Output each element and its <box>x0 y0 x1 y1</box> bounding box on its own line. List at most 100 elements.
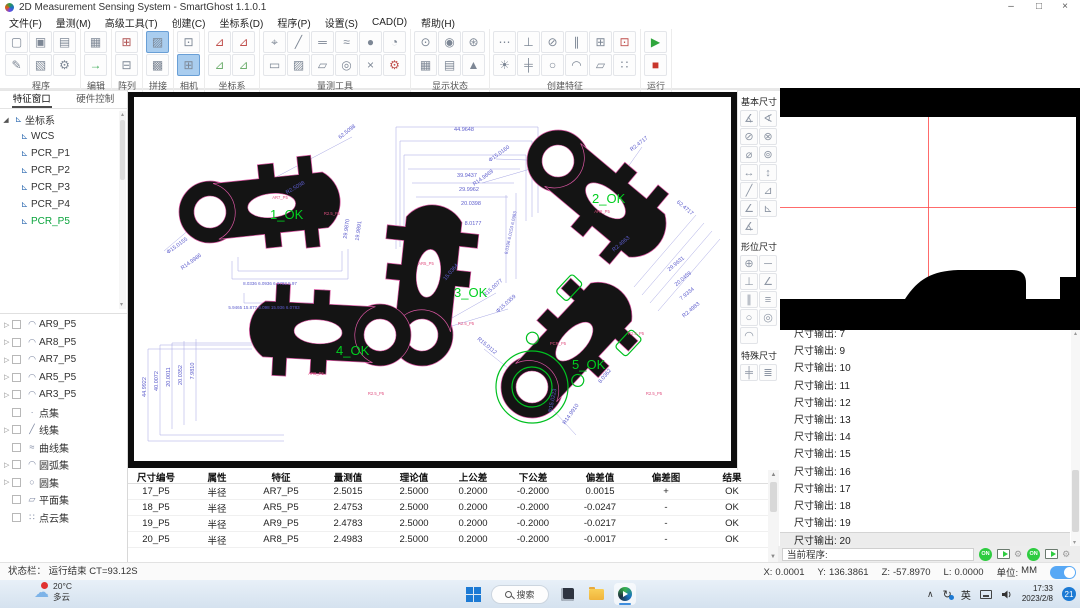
width-dim-button[interactable]: ╪ <box>740 364 758 381</box>
start-button[interactable] <box>462 583 484 605</box>
array-cancel-button[interactable]: ⊟ <box>115 54 138 76</box>
menu-item-3[interactable]: 创建(C) <box>165 15 213 30</box>
dim-list-scrollbar[interactable]: ▴▾ <box>1071 330 1080 546</box>
show-report-button[interactable]: ▤ <box>438 54 461 76</box>
feature-checkbox[interactable] <box>12 495 21 504</box>
tree-scrollbar[interactable]: ▴▾ <box>119 111 126 309</box>
table-row[interactable]: 20_P5半径AR8_P52.49832.50000.2000-0.2000-0… <box>128 532 768 548</box>
create-roi-button[interactable]: ⊡ <box>613 31 636 53</box>
open-program-button[interactable]: ▣ <box>29 31 52 53</box>
tree-root-coordinate-system[interactable]: ◢⊾坐标系 <box>0 111 119 128</box>
smartghost-app-button[interactable] <box>614 583 636 605</box>
line-tool-button[interactable]: ╱ <box>287 31 310 53</box>
feature-item-圆弧集[interactable]: ▷◠圆弧集 <box>0 456 127 474</box>
stop-button[interactable]: ■ <box>644 54 667 76</box>
list-output-button[interactable]: ≣ <box>759 364 777 381</box>
feature-item-ar7_p5[interactable]: ▷◠AR7_P5 <box>0 351 127 369</box>
create-circle-button[interactable]: ○ <box>541 54 564 76</box>
circle-cross-button[interactable]: ⊗ <box>759 128 777 145</box>
program-on-badge[interactable]: ON <box>1027 548 1040 561</box>
tree-item-pcr_p4[interactable]: ⊾PCR_P4 <box>0 196 119 213</box>
task-view-button[interactable] <box>556 583 578 605</box>
create-distance-button[interactable]: ╪ <box>517 54 540 76</box>
menu-item-0[interactable]: 文件(F) <box>2 15 49 30</box>
create-cloud-button[interactable]: ∷ <box>613 54 636 76</box>
expand-chevron-icon[interactable]: ▷ <box>0 373 12 381</box>
menu-item-2[interactable]: 高级工具(T) <box>98 15 165 30</box>
feature-item-线集[interactable]: ▷╱线集 <box>0 421 127 439</box>
straightness-button[interactable]: ─ <box>759 255 777 272</box>
expand-chevron-icon[interactable]: ▷ <box>0 391 12 399</box>
triangle-angle-button[interactable]: ⊿ <box>759 182 777 199</box>
search-config-button[interactable]: ⚙ <box>383 54 406 76</box>
feature-item-点集[interactable]: ∙点集 <box>0 404 127 422</box>
feature-checkbox[interactable] <box>12 390 21 399</box>
speaker-icon[interactable] <box>1001 589 1013 600</box>
touch-keyboard-icon[interactable] <box>980 590 992 599</box>
dim-output-row[interactable]: 尺寸输出: 19 <box>780 515 1070 532</box>
tool-config-button[interactable]: × <box>359 54 382 76</box>
dim-output-row[interactable]: 尺寸输出: 15 <box>780 446 1070 463</box>
edit-program-button[interactable]: ✎ <box>5 54 28 76</box>
show-dim-state-3-button[interactable]: ⊛ <box>462 31 485 53</box>
taskbar-search[interactable]: 搜索 <box>491 585 549 604</box>
angle-point-a-button[interactable]: ∡ <box>740 110 758 127</box>
angle-dim-button[interactable]: ∠ <box>740 200 758 217</box>
feature-item-曲线集[interactable]: ≈曲线集 <box>0 439 127 457</box>
position-button[interactable]: ⊕ <box>740 255 758 272</box>
expand-chevron-icon[interactable]: ▷ <box>0 461 12 469</box>
expand-chevron-icon[interactable]: ▷ <box>0 321 12 329</box>
table-row[interactable]: 19_P5半径AR9_P52.47832.50000.2000-0.2000-0… <box>128 516 768 532</box>
maximize-button[interactable]: □ <box>1026 0 1052 15</box>
feature-checkbox[interactable] <box>12 478 21 487</box>
current-program-input[interactable]: 当前程序: <box>782 548 974 561</box>
vertical-distance-button[interactable]: ↕ <box>759 164 777 181</box>
feature-item-ar8_p5[interactable]: ▷◠AR8_P5 <box>0 334 127 352</box>
sync-icon[interactable]: ↻ <box>943 588 952 601</box>
feature-checkbox[interactable] <box>12 355 21 364</box>
taskbar-weather-widget[interactable]: ☁ 20°C 多云 <box>34 581 72 602</box>
coord-axis-align-button[interactable]: ⊿ <box>208 54 231 76</box>
new-program-button[interactable]: ▢ <box>5 31 28 53</box>
circle-diameter-button[interactable]: ⊘ <box>740 128 758 145</box>
screen-capture-icon[interactable] <box>997 549 1010 559</box>
tab-hardware-control[interactable]: 硬件控制 <box>64 91 128 108</box>
pick-tool-button[interactable]: ⌖ <box>263 31 286 53</box>
show-image-button[interactable]: ▦ <box>414 54 437 76</box>
select-tool-button[interactable]: ▧ <box>29 54 52 76</box>
stitch-image-button[interactable]: ▨ <box>146 31 169 53</box>
program-settings-button[interactable]: ⚙ <box>53 54 76 76</box>
create-spot-button[interactable]: ☀ <box>493 54 516 76</box>
concentricity-button[interactable]: ◎ <box>759 309 777 326</box>
dim-output-row[interactable]: 尺寸输出: 17 <box>780 481 1070 498</box>
menu-item-1[interactable]: 量测(M) <box>49 15 98 30</box>
dim-output-row[interactable]: 尺寸输出: 12 <box>780 395 1070 412</box>
feature-checkbox[interactable] <box>12 460 21 469</box>
roi-hatch-button[interactable]: ▨ <box>287 54 310 76</box>
curve-tool-button[interactable]: ≈ <box>335 31 358 53</box>
angularity-button[interactable]: ∠ <box>759 273 777 290</box>
parallelism-button[interactable]: ∥ <box>740 291 758 308</box>
dim-output-row[interactable]: 尺寸输出: 7 <box>780 330 1070 343</box>
create-tangent-button[interactable]: ⊘ <box>541 31 564 53</box>
file-explorer-button[interactable] <box>585 583 607 605</box>
edit-image-button[interactable]: ▦ <box>84 31 107 53</box>
roi-rounded-button[interactable]: ▱ <box>311 54 334 76</box>
feature-checkbox[interactable] <box>12 408 21 417</box>
menu-item-6[interactable]: 设置(S) <box>318 15 365 30</box>
unit-toggle[interactable] <box>1050 566 1076 579</box>
feature-item-ar9_p5[interactable]: ▷◠AR9_P5 <box>0 316 127 334</box>
coord-axis-part-button[interactable]: ⊿ <box>232 31 255 53</box>
dim-output-row[interactable]: 尺寸输出: 13 <box>780 412 1070 429</box>
expand-chevron-icon[interactable]: ▷ <box>0 478 12 486</box>
dim-output-row[interactable]: 尺寸输出: 16 <box>780 464 1070 481</box>
ime-indicator[interactable]: 英 <box>961 587 971 602</box>
expand-chevron-icon[interactable]: ▷ <box>0 356 12 364</box>
profile-arc-button[interactable]: ◠ <box>740 327 758 344</box>
roi-rect-button[interactable]: ▭ <box>263 54 286 76</box>
stitch-settings-button[interactable]: ▩ <box>146 54 169 76</box>
skew-angle-button[interactable]: ∡ <box>740 218 758 235</box>
dim-output-row[interactable]: 尺寸输出: 11 <box>780 378 1070 395</box>
feature-item-平面集[interactable]: ▱平面集 <box>0 491 127 509</box>
camera-grid-button[interactable]: ⊞ <box>177 54 200 76</box>
